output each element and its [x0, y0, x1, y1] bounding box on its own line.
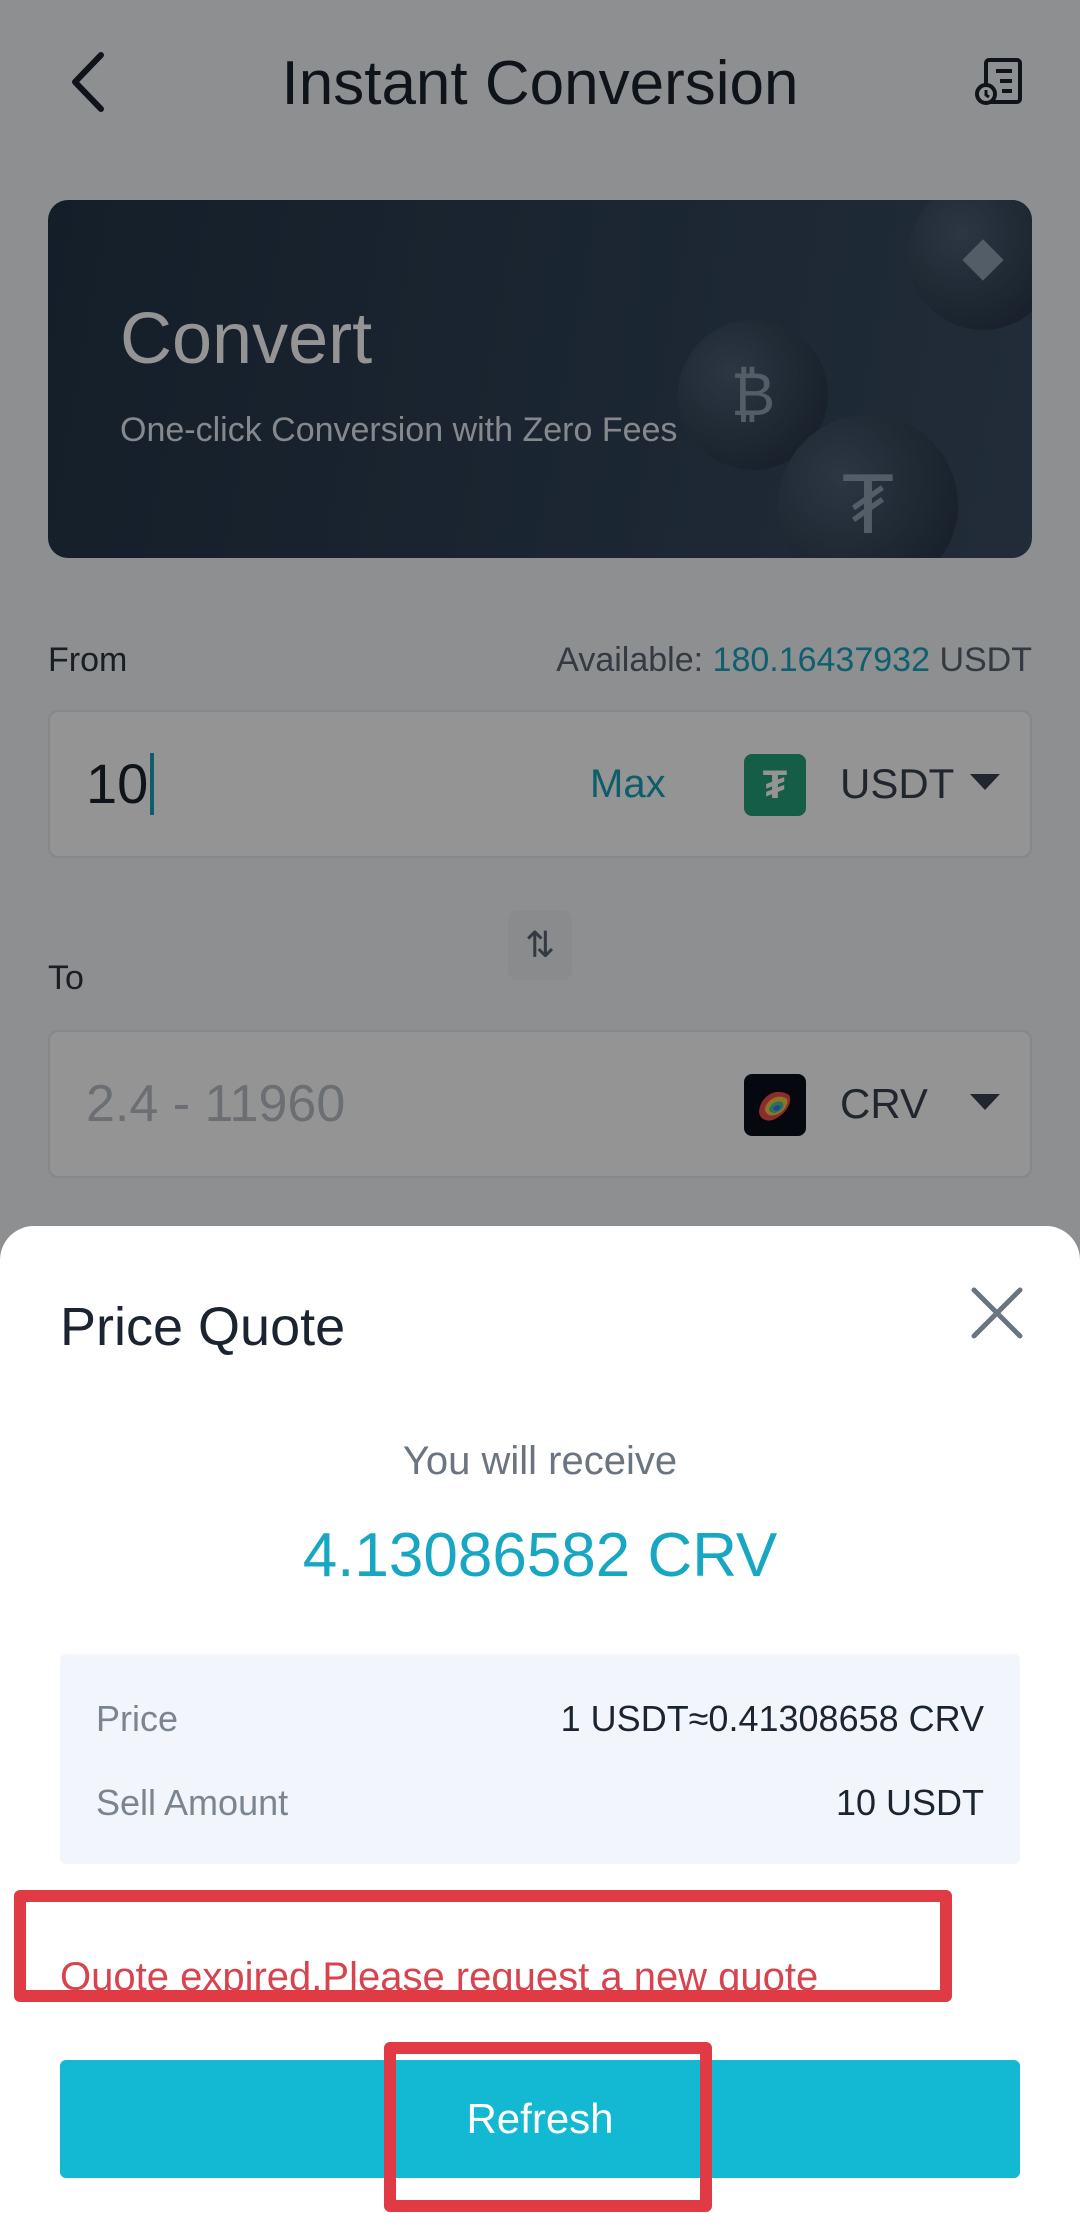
- price-quote-sheet: Price Quote You will receive 4.13086582 …: [0, 1226, 1080, 2240]
- app-screen: Instant Conversion ◆ ₿ ₮ Convert One-cli…: [0, 0, 1080, 2240]
- receive-caption: You will receive: [402, 1439, 678, 1483]
- close-icon: [970, 1286, 1024, 1345]
- quote-expired-message: Quote expired.Please request a new quote: [60, 1955, 819, 1999]
- close-button[interactable]: [962, 1280, 1032, 1350]
- receive-amount: 4.13086582 CRV: [302, 1521, 778, 1590]
- detail-row-sell-amount: Sell Amount 10 USDT: [96, 1778, 984, 1828]
- refresh-button[interactable]: Refresh: [60, 2060, 1020, 2178]
- quote-details: Price 1 USDT≈0.41308658 CRV Sell Amount …: [60, 1654, 1020, 1864]
- sheet-title: Price Quote: [60, 1297, 346, 1357]
- detail-label: Price: [96, 1698, 179, 1739]
- detail-label: Sell Amount: [96, 1782, 289, 1823]
- detail-row-price: Price 1 USDT≈0.41308658 CRV: [96, 1694, 984, 1744]
- detail-value: 10 USDT: [835, 1782, 984, 1823]
- detail-value: 1 USDT≈0.41308658 CRV: [560, 1698, 984, 1739]
